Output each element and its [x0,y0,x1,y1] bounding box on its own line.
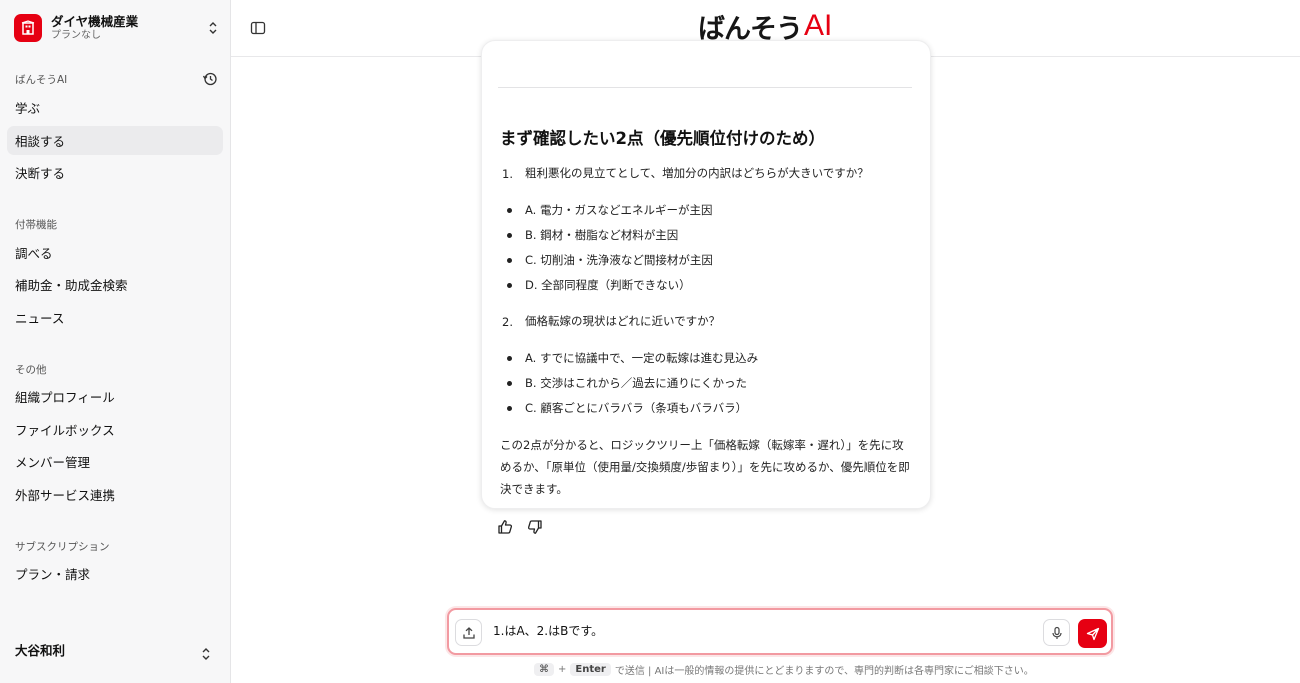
section-label-other: その他 [15,364,47,376]
thumbs-down-icon[interactable] [527,519,543,535]
sidebar-item-integrations[interactable]: 外部サービス連携 [7,480,223,509]
plus-sign: + [558,664,567,675]
sidebar-item-decide[interactable]: 決断する [7,158,223,187]
section-label-subscription: サブスクリプション [15,541,110,553]
sidebar-item-members[interactable]: メンバー管理 [7,447,223,476]
closing-paragraph: この2点が分かると、ロジックツリー上「価格転嫁（転嫁率・遅れ）」を先に攻めるか、… [500,438,910,496]
user-name[interactable]: 大谷和利 [15,640,65,659]
enter-key: Enter [570,663,611,676]
send-icon [1086,627,1099,640]
bullet [507,233,512,238]
thumbs-up-icon[interactable] [497,519,513,535]
list-item: C. 切削油・洗浄液など間接材が主因 [525,253,713,267]
building-icon [14,14,42,42]
hint-text: で送信 | AIは一般的情報の提供にとどまりますので、専門的判断は各専門家にご相… [614,666,1034,677]
sidebar-item-news[interactable]: ニュース [7,303,223,332]
list-number: 2. [502,315,513,329]
sidebar-item-consult[interactable]: 相談する [7,126,223,155]
sidebar: ダイヤ機械産業 プランなし ばんそうAI 学ぶ 相談する 決断する 付帯機能 調… [0,0,231,683]
chevron-updown-icon[interactable] [201,646,211,665]
list-item: C. 顧客ごとにバラバラ（条項もバラバラ） [525,401,748,415]
list-item: B. 鋼材・樹脂など材料が主因 [525,228,679,242]
list-item: B. 交渉はこれから／過去に通りにくかった [525,376,747,390]
bullet [507,283,512,288]
question-1: 粗利悪化の見立てとして、増加分の内訳はどちらが大きいですか？ [525,166,869,180]
section-label-main: ばんそうAI [15,74,68,86]
history-icon[interactable] [202,71,218,87]
assistant-message-card: まず確認したい2点（優先順位付けのため） 1. 粗利悪化の見立てとして、増加分の… [481,40,931,509]
brand-ai: AI [804,9,833,42]
sidebar-item-research[interactable]: 調べる [7,238,223,267]
divider [498,87,912,88]
org-switcher[interactable]: ダイヤ機械産業 プランなし [14,13,220,43]
chevron-updown-icon [206,20,220,36]
message-heading: まず確認したい2点（優先順位付けのため） [500,129,825,148]
sidebar-item-org-profile[interactable]: 組織プロフィール [7,382,223,411]
sidebar-item-plan-billing[interactable]: プラン・請求 [7,559,223,588]
question-2: 価格転嫁の現状はどれに近いですか？ [525,314,721,328]
message-input[interactable]: 1.はA、2.はBです。 [493,622,603,639]
sidebar-item-learn[interactable]: 学ぶ [7,93,223,122]
section-label-extra: 付帯機能 [15,219,57,231]
microphone-icon [1051,626,1062,639]
list-number: 1. [502,167,513,181]
bullet [507,381,512,386]
composer-hint: ⌘ + Enter で送信 | AIは一般的情報の提供にとどまりますので、専門的… [534,662,1034,677]
list-item: A. すでに協議中で、一定の転嫁は進む見込み [525,351,759,365]
list-item: D. 全部同程度（判断できない） [525,278,691,292]
command-key: ⌘ [534,663,554,676]
list-item: A. 電力・ガスなどエネルギーが主因 [525,203,713,217]
bullet [507,356,512,361]
org-plan: プランなし [51,30,101,41]
bullet [507,258,512,263]
org-name: ダイヤ機械産業 [51,14,139,29]
message-composer[interactable]: 1.はA、2.はBです。 [447,608,1113,655]
sidebar-item-filebox[interactable]: ファイルボックス [7,415,223,444]
bullet [507,406,512,411]
bullet [507,208,512,213]
upload-button[interactable] [455,619,482,646]
sidebar-toggle-icon[interactable] [250,20,266,36]
mic-button[interactable] [1043,619,1070,646]
upload-icon [462,626,475,639]
send-button[interactable] [1078,619,1107,648]
sidebar-item-subsidy-search[interactable]: 補助金・助成金検索 [7,270,223,299]
